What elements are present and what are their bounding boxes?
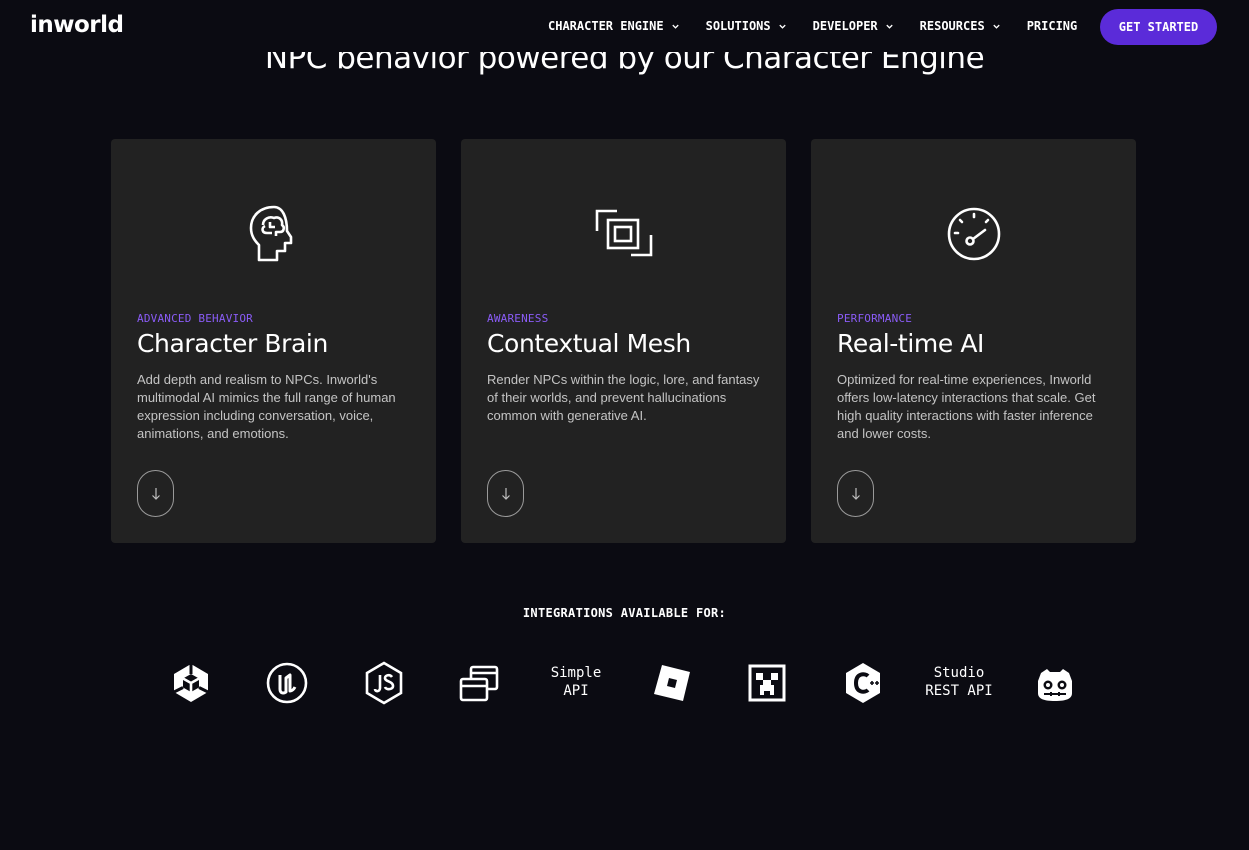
chevron-down-icon <box>671 24 679 29</box>
chevron-down-icon <box>993 24 1000 29</box>
card-tag: AWARENESS <box>487 312 549 325</box>
logo[interactable]: inworld <box>30 12 124 38</box>
unity-logo[interactable] <box>167 660 215 706</box>
nav-label: SOLUTIONS <box>705 19 771 33</box>
simple-api-line: API <box>563 683 589 699</box>
nav-label: CHARACTER ENGINE <box>548 19 664 33</box>
card-description: Add depth and realism to NPCs. Inworld's… <box>137 372 396 441</box>
get-started-button[interactable]: GET STARTED <box>1100 9 1217 45</box>
chevron-down-icon <box>778 24 786 29</box>
card-description: Render NPCs within the logic, lore, and … <box>487 372 760 423</box>
speedometer-icon <box>947 207 1001 261</box>
unreal-logo[interactable] <box>263 660 311 706</box>
cplusplus-logo[interactable] <box>839 660 887 706</box>
card-description: Optimized for real-time experiences, Inw… <box>837 372 1096 441</box>
studio-api-line: REST API <box>925 683 993 699</box>
roblox-logo[interactable] <box>648 660 696 706</box>
nav-developer[interactable]: DEVELOPER <box>813 19 894 33</box>
simple-api-label[interactable]: Simple API <box>531 664 621 700</box>
unity-icon <box>173 664 209 702</box>
card-title: Contextual Mesh <box>487 329 691 358</box>
expand-button[interactable] <box>487 470 524 517</box>
brain-head-icon <box>249 205 293 262</box>
navbar: inworld CHARACTER ENGINE SOLUTIONS DEVEL… <box>0 0 1249 52</box>
nav-label: RESOURCES <box>919 19 985 33</box>
nav-menu: CHARACTER ENGINE SOLUTIONS DEVELOPER RES… <box>548 19 1103 33</box>
layered-squares-icon <box>595 209 653 257</box>
arrow-down-icon <box>501 487 510 500</box>
studio-api-line: Studio <box>933 665 985 681</box>
card-tag: PERFORMANCE <box>837 312 913 325</box>
unreal-icon <box>266 662 308 704</box>
nav-character-engine[interactable]: CHARACTER ENGINE <box>548 19 680 33</box>
card-title: Real-time AI <box>837 329 985 358</box>
expand-button[interactable] <box>837 470 874 517</box>
cplusplus-icon <box>846 663 880 703</box>
minecraft-logo[interactable] <box>743 660 791 706</box>
feature-card-real-time-ai: PERFORMANCE Real-time AI Optimized for r… <box>811 139 1136 543</box>
arrow-down-icon <box>851 487 860 500</box>
studio-rest-api-label[interactable]: Studio REST API <box>914 664 1004 700</box>
nodejs-logo[interactable] <box>360 660 408 706</box>
feature-card-character-brain: ADVANCED BEHAVIOR Character Brain Add de… <box>111 139 436 543</box>
roblox-icon <box>654 665 690 701</box>
nav-resources[interactable]: RESOURCES <box>920 19 1001 33</box>
arrow-down-icon <box>151 487 160 500</box>
chevron-down-icon <box>885 24 893 29</box>
nav-solutions[interactable]: SOLUTIONS <box>706 19 787 33</box>
simple-api-line: Simple <box>550 665 602 681</box>
nav-pricing[interactable]: PRICING <box>1027 19 1078 33</box>
nodejs-icon <box>365 661 403 705</box>
godot-icon <box>1038 669 1072 701</box>
feature-card-contextual-mesh: AWARENESS Contextual Mesh Render NPCs wi… <box>461 139 786 543</box>
page: NPC behavior powered by our Character En… <box>0 0 1249 850</box>
godot-logo[interactable] <box>1031 660 1079 706</box>
nav-label: PRICING <box>1026 19 1078 33</box>
minecraft-icon <box>748 664 786 702</box>
web-window-icon <box>459 665 499 702</box>
integrations-label: INTEGRATIONS AVAILABLE FOR: <box>522 606 727 620</box>
card-title: Character Brain <box>137 329 328 358</box>
web-app-logo[interactable] <box>455 660 503 706</box>
expand-button[interactable] <box>137 470 174 517</box>
card-tag: ADVANCED BEHAVIOR <box>137 312 253 325</box>
nav-label: DEVELOPER <box>812 19 878 33</box>
